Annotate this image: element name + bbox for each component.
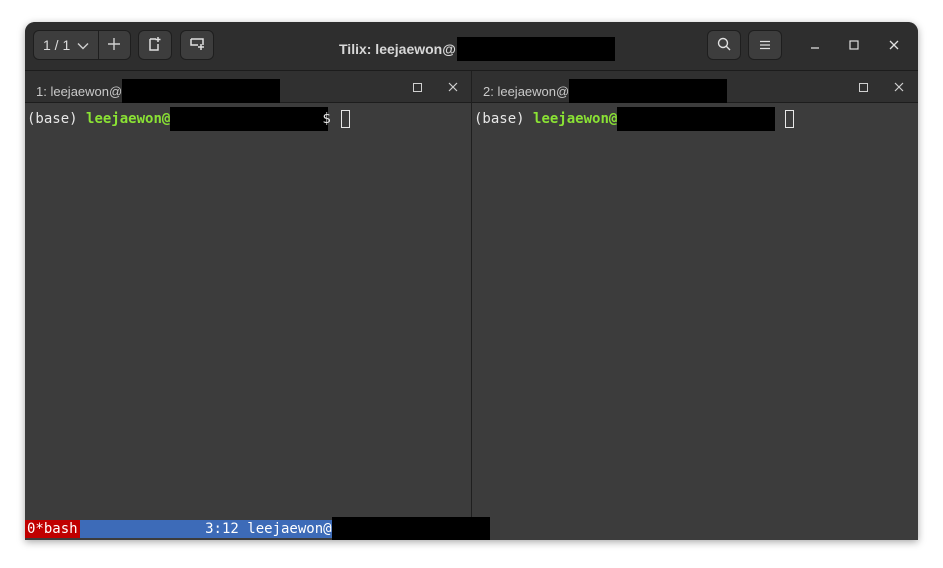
prompt-env: (base) [27,111,87,127]
maximize-icon [412,82,422,92]
pane-2-maximize-button[interactable] [856,80,870,94]
terminal-pane-2[interactable]: (base) leejaewon@ [472,103,918,540]
prompt-env: (base) [474,111,534,127]
split-right-button[interactable] [138,30,172,60]
maximize-button[interactable] [844,37,864,55]
split-down-button[interactable] [180,30,214,60]
prompt-line: (base) leejaewon@ $ [27,107,350,131]
close-icon [448,82,458,92]
minimize-button[interactable] [805,37,825,55]
status-time: 3:12 [205,521,239,537]
prompt-user: leejaewon@ [86,111,171,127]
prompt-line: (base) leejaewon@ [474,107,795,131]
redacted-box [456,37,615,61]
chevron-down-icon [77,37,89,53]
pane-2-title: 2: leejaewon@ [483,79,728,103]
pane-1-maximize-button[interactable] [410,80,424,94]
pane-1-title: 1: leejaewon@ [36,79,281,103]
maximize-icon [849,37,859,55]
hamburger-menu-icon [759,37,771,53]
status-info: 3:12 leejaewon@ [79,520,332,538]
plus-icon [107,37,121,54]
pane-2-close-button[interactable] [892,80,906,94]
split-right-icon [148,36,162,55]
maximize-icon [858,82,868,92]
pane-1-title-text: 1: leejaewon@ [36,84,123,99]
add-session-button[interactable] [99,31,130,59]
terminal-cursor [340,110,350,128]
session-switcher-button[interactable]: 1 / 1 [34,31,99,59]
terminal-cursor [785,110,795,128]
session-counter: 1 / 1 [43,37,71,53]
pane-2-title-text: 2: leejaewon@ [483,84,570,99]
redacted-box [569,79,728,103]
header-bar: 1 / 1 Tilix: leejaewon@ [25,22,918,71]
window-title-text: Tilix: leejaewon@ [339,41,456,57]
status-window-label: 0*bash [25,520,80,538]
redacted-box [331,516,490,540]
minimize-icon [810,37,820,55]
split-down-icon [189,37,205,54]
redacted-box [170,107,329,131]
redacted-box [122,79,281,103]
close-icon [894,82,904,92]
search-button[interactable] [707,30,741,60]
tmux-status-bar: 0*bash 3:12 leejaewon@ [25,516,491,540]
session-button-group: 1 / 1 [33,30,131,60]
pane-2-titlebar[interactable]: 2: leejaewon@ [472,71,918,103]
pane-1-titlebar[interactable]: 1: leejaewon@ [25,71,471,103]
prompt-symbol: $ [322,111,331,127]
redacted-box [617,107,776,131]
terminal-pane-1[interactable]: (base) leejaewon@ $ [25,103,471,540]
status-host: leejaewon@ [247,521,332,537]
tilix-window: 1 / 1 Tilix: leejaewon@ 1: leejaewon@ 2:… [25,22,918,540]
close-window-button[interactable] [884,37,904,55]
prompt-user: leejaewon@ [533,111,618,127]
main-menu-button[interactable] [748,30,782,60]
close-icon [889,37,899,55]
pane-1-close-button[interactable] [446,80,460,94]
search-icon [717,37,731,54]
window-title: Tilix: leejaewon@ [339,37,615,61]
